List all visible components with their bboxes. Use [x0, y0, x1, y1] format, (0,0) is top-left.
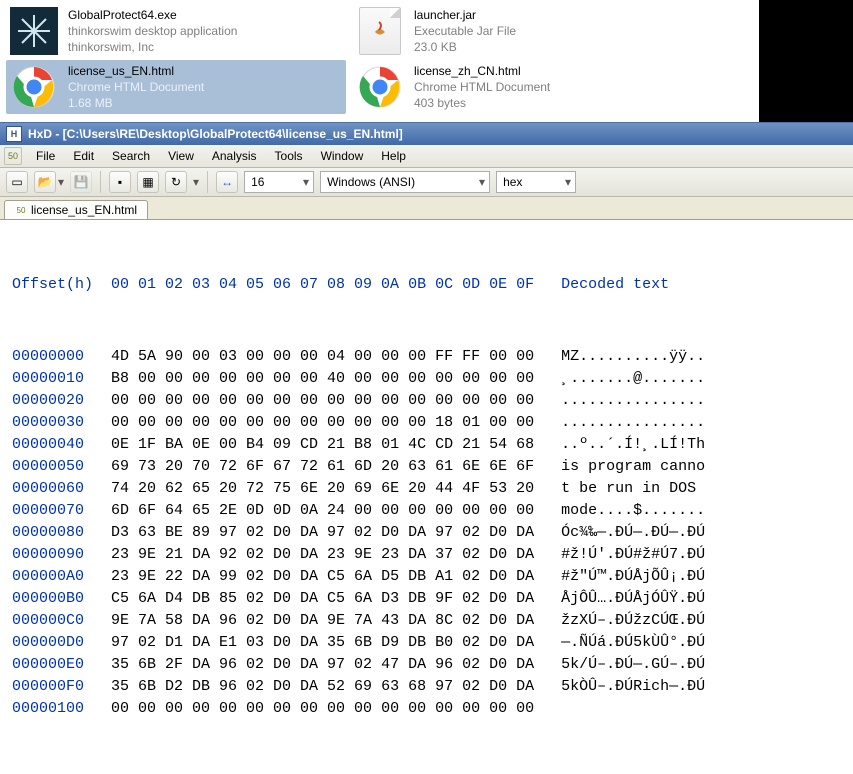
file-subtitle-2: 403 bytes: [414, 95, 550, 111]
hex-row[interactable]: 000000D0 97 02 D1 DA E1 03 D0 DA 35 6B D…: [12, 632, 841, 654]
file-subtitle-2: 23.0 KB: [414, 39, 516, 55]
file-name: GlobalProtect64.exe: [68, 7, 237, 23]
arrows-h-icon: ↔: [221, 175, 233, 189]
width-button[interactable]: ↔: [216, 171, 238, 193]
chevron-down-icon[interactable]: ▾: [193, 175, 199, 189]
chrome-icon: [10, 63, 58, 111]
hex-row[interactable]: 00000020 00 00 00 00 00 00 00 00 00 00 0…: [12, 390, 841, 412]
file-item-globalprotect[interactable]: GlobalProtect64.exe thinkorswim desktop …: [6, 4, 346, 58]
menu-help[interactable]: Help: [373, 147, 414, 165]
menu-view[interactable]: View: [160, 147, 202, 165]
toolbar: ▭ 📂 ▾ 💾 ▪ ▦ ↻ ▾ ↔ 16 Windows (ANSI) hex: [0, 168, 853, 197]
file-subtitle: Chrome HTML Document: [414, 79, 550, 95]
menu-search[interactable]: Search: [104, 147, 158, 165]
floppy-icon: 💾: [74, 175, 89, 189]
file-item-license-zh[interactable]: license_zh_CN.html Chrome HTML Document …: [352, 60, 692, 114]
combo-value: hex: [503, 175, 522, 189]
hex-row[interactable]: 000000E0 35 6B 2F DA 96 02 D0 DA 97 02 4…: [12, 654, 841, 676]
hex-row[interactable]: 00000000 4D 5A 90 00 03 00 00 00 04 00 0…: [12, 346, 841, 368]
file-subtitle-2: thinkorswim, Inc: [68, 39, 237, 55]
file-subtitle: Chrome HTML Document: [68, 79, 204, 95]
menu-edit[interactable]: Edit: [65, 147, 102, 165]
offset-base-combo[interactable]: hex: [496, 171, 576, 193]
window-title: HxD - [C:\Users\RE\Desktop\GlobalProtect…: [28, 127, 403, 141]
drive-icon: ▪: [118, 175, 122, 189]
hex-doc-icon: 50: [4, 147, 22, 165]
separator: [207, 171, 208, 193]
charset-combo[interactable]: Windows (ANSI): [320, 171, 490, 193]
ram-button[interactable]: ▦: [137, 171, 159, 193]
page-icon: ▭: [11, 175, 22, 189]
hex-row[interactable]: 00000010 B8 00 00 00 00 00 00 00 40 00 0…: [12, 368, 841, 390]
file-name: license_zh_CN.html: [414, 63, 550, 79]
folder-open-icon: 📂: [38, 175, 53, 189]
open-button[interactable]: 📂: [34, 171, 56, 193]
hex-row[interactable]: 00000040 0E 1F BA 0E 00 B4 09 CD 21 B8 0…: [12, 434, 841, 456]
hex-row[interactable]: 00000050 69 73 20 70 72 6F 67 72 61 6D 2…: [12, 456, 841, 478]
tab-label: license_us_EN.html: [31, 203, 137, 217]
combo-value: Windows (ANSI): [327, 175, 415, 189]
tabbar: 50 license_us_EN.html: [0, 197, 853, 220]
file-item-launcher[interactable]: launcher.jar Executable Jar File 23.0 KB: [352, 4, 692, 58]
new-button[interactable]: ▭: [6, 171, 28, 193]
document-tab[interactable]: 50 license_us_EN.html: [4, 200, 148, 219]
file-subtitle: Executable Jar File: [414, 23, 516, 39]
hex-doc-icon: 50: [15, 204, 27, 216]
titlebar[interactable]: H HxD - [C:\Users\RE\Desktop\GlobalProte…: [0, 123, 853, 145]
hex-row[interactable]: 000000B0 C5 6A D4 DB 85 02 D0 DA C5 6A D…: [12, 588, 841, 610]
menu-window[interactable]: Window: [313, 147, 372, 165]
hex-header: Offset(h) 00 01 02 03 04 05 06 07 08 09 …: [12, 274, 841, 302]
jar-icon: [356, 7, 404, 55]
hxd-window: H HxD - [C:\Users\RE\Desktop\GlobalProte…: [0, 122, 853, 774]
hex-row[interactable]: 00000090 23 9E 21 DA 92 02 D0 DA 23 9E 2…: [12, 544, 841, 566]
refresh-button[interactable]: ↻: [165, 171, 187, 193]
hex-row[interactable]: 000000C0 9E 7A 58 DA 96 02 D0 DA 9E 7A 4…: [12, 610, 841, 632]
hex-row[interactable]: 000000A0 23 9E 22 DA 99 02 D0 DA C5 6A D…: [12, 566, 841, 588]
snowflake-icon: [14, 11, 54, 51]
file-subtitle-2: 1.68 MB: [68, 95, 204, 111]
combo-value: 16: [251, 175, 264, 189]
save-button[interactable]: 💾: [70, 171, 92, 193]
menubar: 50 File Edit Search View Analysis Tools …: [0, 145, 853, 168]
file-explorer-pane: GlobalProtect64.exe thinkorswim desktop …: [0, 0, 760, 122]
hex-view[interactable]: Offset(h) 00 01 02 03 04 05 06 07 08 09 …: [0, 220, 853, 774]
refresh-icon: ↻: [171, 175, 181, 189]
menu-analysis[interactable]: Analysis: [204, 147, 265, 165]
file-item-license-us[interactable]: license_us_EN.html Chrome HTML Document …: [6, 60, 346, 114]
hex-row[interactable]: 00000070 6D 6F 64 65 2E 0D 0D 0A 24 00 0…: [12, 500, 841, 522]
hex-row[interactable]: 00000080 D3 63 BE 89 97 02 D0 DA 97 02 D…: [12, 522, 841, 544]
menu-tools[interactable]: Tools: [267, 147, 311, 165]
hex-row[interactable]: 00000100 00 00 00 00 00 00 00 00 00 00 0…: [12, 698, 841, 720]
app-icon: [10, 7, 58, 55]
file-subtitle: thinkorswim desktop application: [68, 23, 237, 39]
app-icon: H: [6, 126, 22, 142]
separator: [100, 171, 101, 193]
file-name: license_us_EN.html: [68, 63, 204, 79]
hex-row[interactable]: 00000030 00 00 00 00 00 00 00 00 00 00 0…: [12, 412, 841, 434]
disk-button[interactable]: ▪: [109, 171, 131, 193]
hex-row[interactable]: 00000060 74 20 62 65 20 72 75 6E 20 69 6…: [12, 478, 841, 500]
chevron-down-icon[interactable]: ▾: [58, 175, 64, 189]
hex-rows: 00000000 4D 5A 90 00 03 00 00 00 04 00 0…: [12, 346, 841, 720]
bytes-per-row-combo[interactable]: 16: [244, 171, 314, 193]
file-name: launcher.jar: [414, 7, 516, 23]
hex-row[interactable]: 000000F0 35 6B D2 DB 96 02 D0 DA 52 69 6…: [12, 676, 841, 698]
chrome-icon: [356, 63, 404, 111]
menu-file[interactable]: File: [28, 147, 63, 165]
chip-icon: ▦: [142, 175, 153, 189]
